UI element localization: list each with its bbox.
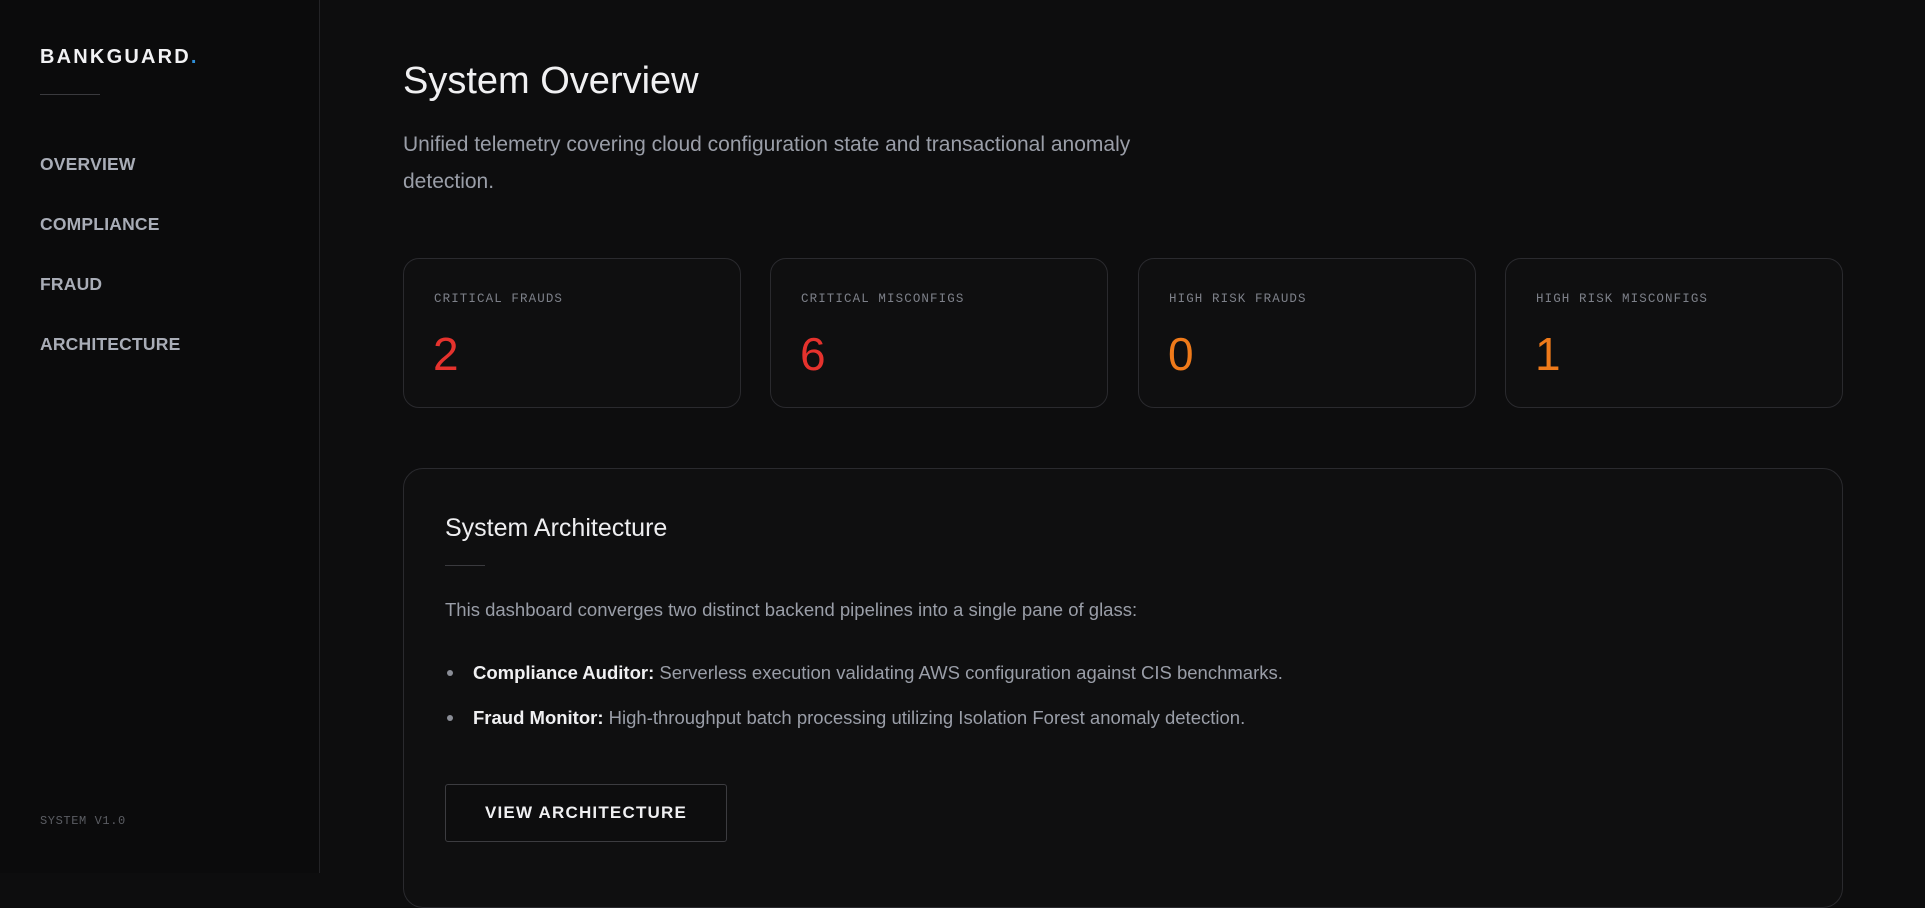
architecture-divider — [445, 565, 485, 566]
page-subtitle: Unified telemetry covering cloud configu… — [403, 133, 1131, 193]
stat-card-critical-frauds: CRITICAL FRAUDS 2 — [403, 258, 741, 408]
logo-divider — [40, 94, 100, 95]
pipeline-description: Serverless execution validating AWS conf… — [654, 662, 1283, 683]
pipeline-list: Compliance Auditor: Serverless execution… — [445, 659, 1283, 749]
stat-value: 0 — [1168, 328, 1194, 380]
stat-card-high-risk-frauds: HIGH RISK FRAUDS 0 — [1138, 258, 1476, 408]
sidebar-item-overview[interactable]: OVERVIEW — [40, 150, 180, 210]
view-architecture-button[interactable]: VIEW ARCHITECTURE — [445, 784, 727, 842]
architecture-panel: System Architecture This dashboard conve… — [403, 468, 1843, 908]
pipeline-description: High-throughput batch processing utilizi… — [603, 707, 1246, 728]
sidebar-item-compliance[interactable]: COMPLIANCE — [40, 210, 180, 270]
stat-card-critical-misconfigs: CRITICAL MISCONFIGS 6 — [770, 258, 1108, 408]
list-item: Compliance Auditor: Serverless execution… — [445, 659, 1283, 704]
sidebar-item-architecture[interactable]: ARCHITECTURE — [40, 330, 180, 390]
sidebar-item-fraud[interactable]: FRAUD — [40, 270, 180, 330]
architecture-intro: This dashboard converges two distinct ba… — [445, 599, 1138, 620]
page-title: System Overview — [403, 60, 699, 102]
stat-card-high-risk-misconfigs: HIGH RISK MISCONFIGS 1 — [1505, 258, 1843, 408]
list-item: Fraud Monitor: High-throughput batch pro… — [445, 704, 1283, 749]
main-content: System Overview Unified telemetry coveri… — [321, 0, 1925, 908]
stats-row: CRITICAL FRAUDS 2 CRITICAL MISCONFIGS 6 … — [403, 258, 1843, 408]
brand-name: BANKGUARD — [40, 46, 191, 68]
brand-dot: . — [190, 46, 199, 68]
brand-logo[interactable]: BANKGUARD. — [40, 46, 199, 69]
stat-label: HIGH RISK FRAUDS — [1169, 292, 1307, 306]
sidebar-nav: OVERVIEW COMPLIANCE FRAUD ARCHITECTURE — [40, 150, 180, 390]
stat-label: HIGH RISK MISCONFIGS — [1536, 292, 1709, 306]
bullet-icon — [447, 715, 453, 721]
stat-value: 6 — [800, 328, 826, 380]
stat-label: CRITICAL FRAUDS — [434, 292, 564, 306]
architecture-title: System Architecture — [445, 514, 668, 542]
bullet-icon — [447, 670, 453, 676]
sidebar: BANKGUARD. OVERVIEW COMPLIANCE FRAUD ARC… — [0, 0, 320, 873]
pipeline-name: Compliance Auditor: — [473, 662, 655, 683]
stat-value: 1 — [1535, 328, 1561, 380]
stat-value: 2 — [433, 328, 459, 380]
stat-label: CRITICAL MISCONFIGS — [801, 292, 965, 306]
version-label: SYSTEM V1.0 — [40, 814, 126, 828]
pipeline-name: Fraud Monitor: — [473, 707, 604, 728]
